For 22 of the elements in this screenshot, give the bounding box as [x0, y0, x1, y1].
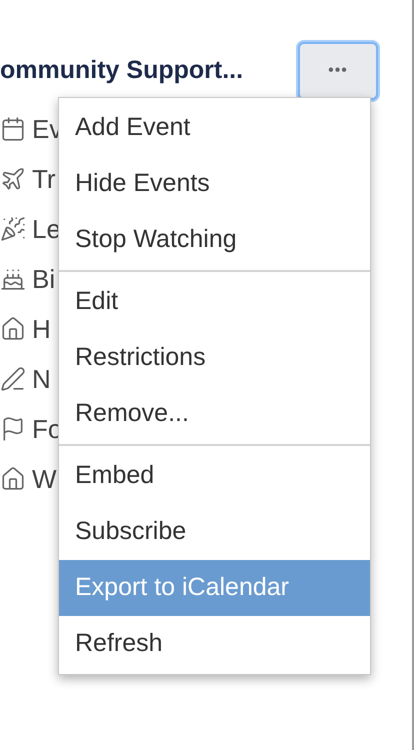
menu-item[interactable]: Stop Watching [59, 212, 370, 268]
calendar-name[interactable]: Tr [32, 160, 56, 198]
house-icon [0, 316, 26, 342]
calendar-name[interactable]: W [32, 460, 57, 498]
calendar-name[interactable]: H [32, 310, 51, 348]
party-icon [0, 216, 26, 242]
menu-item[interactable]: Restrictions [59, 330, 370, 386]
calendar-title: ommunity Support... [0, 55, 244, 86]
house-icon [0, 466, 26, 492]
more-button[interactable]: ••• [298, 42, 378, 100]
calendar-name[interactable]: N [32, 360, 51, 398]
menu-item[interactable]: Refresh [59, 616, 370, 672]
menu-item[interactable]: Subscribe [59, 504, 370, 560]
calendar-name[interactable]: Bi [32, 260, 56, 298]
menu-item[interactable]: Remove... [59, 386, 370, 442]
menu-item[interactable]: Add Event [59, 100, 370, 156]
menu-item[interactable]: Edit [59, 274, 370, 330]
menu-item[interactable]: Hide Events [59, 156, 370, 212]
calendar-icon [0, 116, 26, 142]
pencil-icon [0, 366, 26, 392]
menu-item[interactable]: Embed [59, 448, 370, 504]
plane-icon [0, 166, 26, 192]
